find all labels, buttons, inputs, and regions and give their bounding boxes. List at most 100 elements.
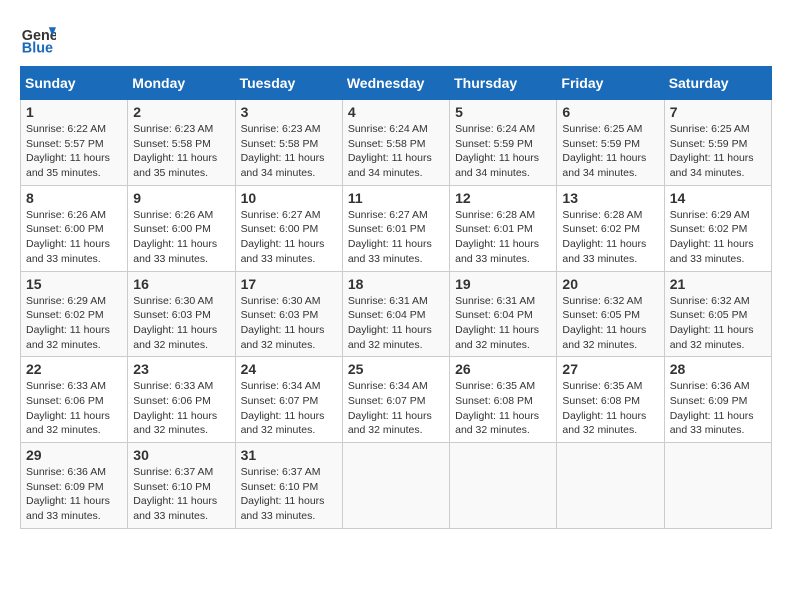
sunset-time: Sunset: 6:10 PM — [133, 481, 211, 493]
logo-icon: General Blue — [20, 20, 56, 56]
day-number: 7 — [670, 104, 766, 120]
daylight-hours: Daylight: 11 hours and 34 minutes. — [348, 152, 432, 179]
sunset-time: Sunset: 6:00 PM — [241, 223, 319, 235]
calendar-cell: 6 Sunrise: 6:25 AM Sunset: 5:59 PM Dayli… — [557, 100, 664, 186]
sunset-time: Sunset: 6:06 PM — [133, 395, 211, 407]
sunset-time: Sunset: 6:03 PM — [241, 309, 319, 321]
day-number: 8 — [26, 190, 122, 206]
sunset-time: Sunset: 6:09 PM — [670, 395, 748, 407]
cell-content: Sunrise: 6:23 AM Sunset: 5:58 PM Dayligh… — [241, 122, 337, 181]
sunrise-time: Sunrise: 6:24 AM — [455, 123, 535, 135]
daylight-hours: Daylight: 11 hours and 32 minutes. — [562, 410, 646, 437]
weekday-thursday: Thursday — [450, 67, 557, 100]
sunrise-time: Sunrise: 6:28 AM — [455, 209, 535, 221]
sunrise-time: Sunrise: 6:22 AM — [26, 123, 106, 135]
daylight-hours: Daylight: 11 hours and 32 minutes. — [26, 324, 110, 351]
sunset-time: Sunset: 6:02 PM — [26, 309, 104, 321]
sunrise-time: Sunrise: 6:36 AM — [670, 380, 750, 392]
cell-content: Sunrise: 6:24 AM Sunset: 5:58 PM Dayligh… — [348, 122, 444, 181]
daylight-hours: Daylight: 11 hours and 33 minutes. — [562, 238, 646, 265]
weekday-wednesday: Wednesday — [342, 67, 449, 100]
calendar-cell: 31 Sunrise: 6:37 AM Sunset: 6:10 PM Dayl… — [235, 443, 342, 529]
week-row-2: 8 Sunrise: 6:26 AM Sunset: 6:00 PM Dayli… — [21, 185, 772, 271]
daylight-hours: Daylight: 11 hours and 33 minutes. — [26, 495, 110, 522]
sunrise-time: Sunrise: 6:30 AM — [241, 295, 321, 307]
sunrise-time: Sunrise: 6:27 AM — [241, 209, 321, 221]
sunrise-time: Sunrise: 6:33 AM — [26, 380, 106, 392]
calendar-cell: 19 Sunrise: 6:31 AM Sunset: 6:04 PM Dayl… — [450, 271, 557, 357]
cell-content: Sunrise: 6:22 AM Sunset: 5:57 PM Dayligh… — [26, 122, 122, 181]
calendar-cell: 16 Sunrise: 6:30 AM Sunset: 6:03 PM Dayl… — [128, 271, 235, 357]
sunset-time: Sunset: 6:09 PM — [26, 481, 104, 493]
sunrise-time: Sunrise: 6:29 AM — [670, 209, 750, 221]
daylight-hours: Daylight: 11 hours and 32 minutes. — [670, 324, 754, 351]
day-number: 27 — [562, 361, 658, 377]
sunset-time: Sunset: 6:10 PM — [241, 481, 319, 493]
calendar-cell: 13 Sunrise: 6:28 AM Sunset: 6:02 PM Dayl… — [557, 185, 664, 271]
calendar-cell: 29 Sunrise: 6:36 AM Sunset: 6:09 PM Dayl… — [21, 443, 128, 529]
sunrise-time: Sunrise: 6:25 AM — [562, 123, 642, 135]
sunset-time: Sunset: 6:05 PM — [562, 309, 640, 321]
sunrise-time: Sunrise: 6:36 AM — [26, 466, 106, 478]
sunrise-time: Sunrise: 6:25 AM — [670, 123, 750, 135]
calendar-cell — [664, 443, 771, 529]
sunset-time: Sunset: 5:58 PM — [348, 138, 426, 150]
sunset-time: Sunset: 5:59 PM — [670, 138, 748, 150]
sunrise-time: Sunrise: 6:33 AM — [133, 380, 213, 392]
sunset-time: Sunset: 6:02 PM — [670, 223, 748, 235]
sunrise-time: Sunrise: 6:34 AM — [348, 380, 428, 392]
sunrise-time: Sunrise: 6:28 AM — [562, 209, 642, 221]
daylight-hours: Daylight: 11 hours and 32 minutes. — [133, 324, 217, 351]
cell-content: Sunrise: 6:31 AM Sunset: 6:04 PM Dayligh… — [348, 294, 444, 353]
cell-content: Sunrise: 6:25 AM Sunset: 5:59 PM Dayligh… — [562, 122, 658, 181]
sunrise-time: Sunrise: 6:37 AM — [133, 466, 213, 478]
sunrise-time: Sunrise: 6:35 AM — [562, 380, 642, 392]
daylight-hours: Daylight: 11 hours and 32 minutes. — [348, 410, 432, 437]
daylight-hours: Daylight: 11 hours and 32 minutes. — [348, 324, 432, 351]
sunset-time: Sunset: 6:01 PM — [455, 223, 533, 235]
sunrise-time: Sunrise: 6:24 AM — [348, 123, 428, 135]
daylight-hours: Daylight: 11 hours and 35 minutes. — [133, 152, 217, 179]
sunset-time: Sunset: 6:04 PM — [348, 309, 426, 321]
sunrise-time: Sunrise: 6:27 AM — [348, 209, 428, 221]
calendar-cell: 4 Sunrise: 6:24 AM Sunset: 5:58 PM Dayli… — [342, 100, 449, 186]
calendar-cell: 11 Sunrise: 6:27 AM Sunset: 6:01 PM Dayl… — [342, 185, 449, 271]
sunrise-time: Sunrise: 6:32 AM — [670, 295, 750, 307]
cell-content: Sunrise: 6:37 AM Sunset: 6:10 PM Dayligh… — [241, 465, 337, 524]
cell-content: Sunrise: 6:33 AM Sunset: 6:06 PM Dayligh… — [26, 379, 122, 438]
day-number: 12 — [455, 190, 551, 206]
cell-content: Sunrise: 6:36 AM Sunset: 6:09 PM Dayligh… — [26, 465, 122, 524]
sunset-time: Sunset: 6:03 PM — [133, 309, 211, 321]
calendar-cell: 7 Sunrise: 6:25 AM Sunset: 5:59 PM Dayli… — [664, 100, 771, 186]
day-number: 21 — [670, 276, 766, 292]
sunset-time: Sunset: 6:08 PM — [455, 395, 533, 407]
cell-content: Sunrise: 6:27 AM Sunset: 6:00 PM Dayligh… — [241, 208, 337, 267]
daylight-hours: Daylight: 11 hours and 32 minutes. — [133, 410, 217, 437]
sunrise-time: Sunrise: 6:29 AM — [26, 295, 106, 307]
sunrise-time: Sunrise: 6:31 AM — [455, 295, 535, 307]
day-number: 19 — [455, 276, 551, 292]
day-number: 5 — [455, 104, 551, 120]
cell-content: Sunrise: 6:28 AM Sunset: 6:02 PM Dayligh… — [562, 208, 658, 267]
daylight-hours: Daylight: 11 hours and 32 minutes. — [562, 324, 646, 351]
cell-content: Sunrise: 6:35 AM Sunset: 6:08 PM Dayligh… — [455, 379, 551, 438]
cell-content: Sunrise: 6:33 AM Sunset: 6:06 PM Dayligh… — [133, 379, 229, 438]
daylight-hours: Daylight: 11 hours and 33 minutes. — [26, 238, 110, 265]
daylight-hours: Daylight: 11 hours and 33 minutes. — [133, 495, 217, 522]
sunset-time: Sunset: 6:05 PM — [670, 309, 748, 321]
calendar-cell: 27 Sunrise: 6:35 AM Sunset: 6:08 PM Dayl… — [557, 357, 664, 443]
cell-content: Sunrise: 6:35 AM Sunset: 6:08 PM Dayligh… — [562, 379, 658, 438]
calendar-cell: 8 Sunrise: 6:26 AM Sunset: 6:00 PM Dayli… — [21, 185, 128, 271]
day-number: 15 — [26, 276, 122, 292]
daylight-hours: Daylight: 11 hours and 33 minutes. — [241, 495, 325, 522]
cell-content: Sunrise: 6:37 AM Sunset: 6:10 PM Dayligh… — [133, 465, 229, 524]
calendar-cell: 23 Sunrise: 6:33 AM Sunset: 6:06 PM Dayl… — [128, 357, 235, 443]
day-number: 31 — [241, 447, 337, 463]
cell-content: Sunrise: 6:32 AM Sunset: 6:05 PM Dayligh… — [562, 294, 658, 353]
daylight-hours: Daylight: 11 hours and 33 minutes. — [241, 238, 325, 265]
sunrise-time: Sunrise: 6:26 AM — [26, 209, 106, 221]
sunset-time: Sunset: 6:08 PM — [562, 395, 640, 407]
day-number: 1 — [26, 104, 122, 120]
daylight-hours: Daylight: 11 hours and 33 minutes. — [133, 238, 217, 265]
sunset-time: Sunset: 6:01 PM — [348, 223, 426, 235]
